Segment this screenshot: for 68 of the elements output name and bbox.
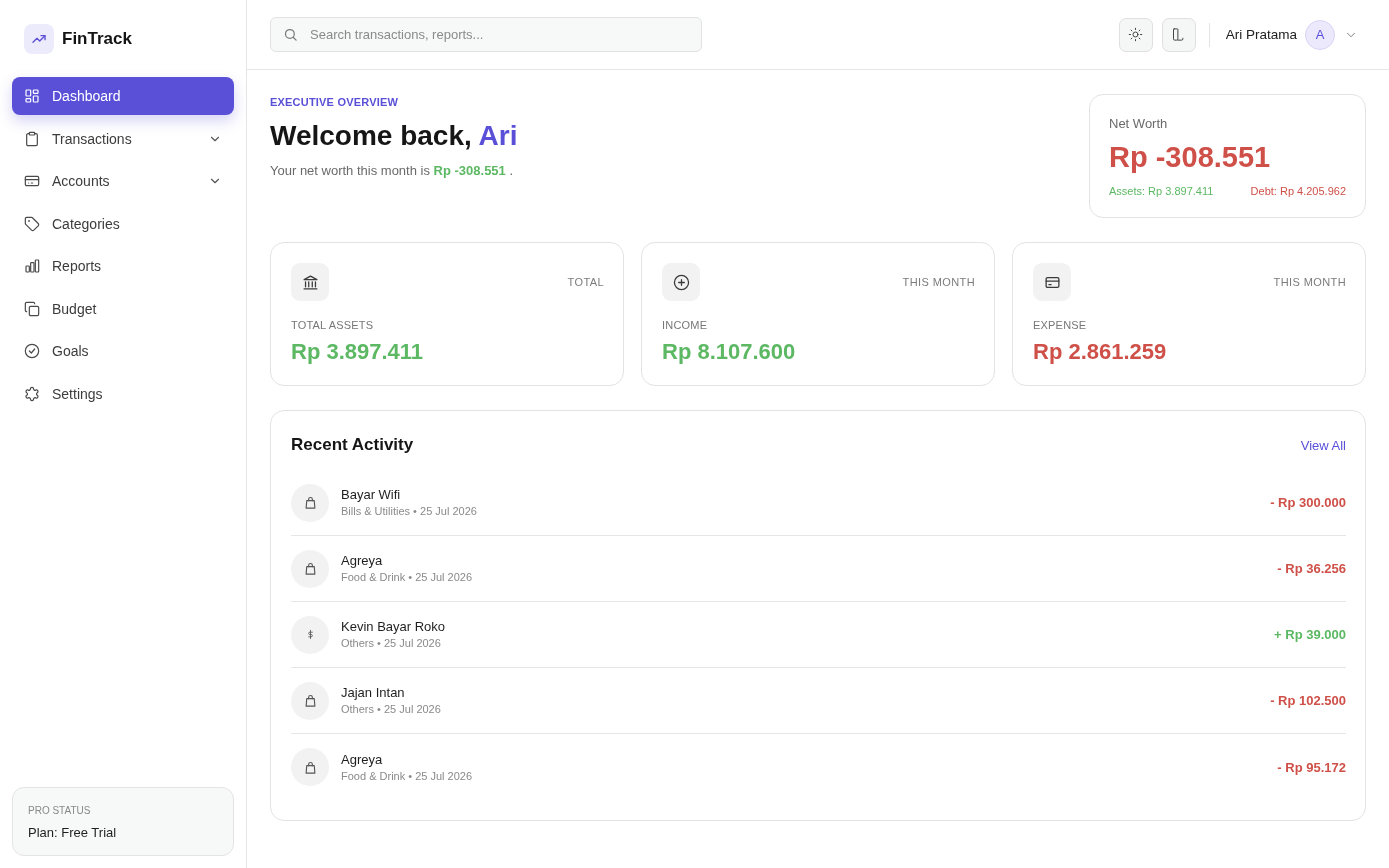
- plan-text: Plan: Free Trial: [28, 824, 117, 842]
- net-worth-value: Rp -308.551: [1109, 140, 1271, 175]
- clipboard-icon: [24, 130, 40, 147]
- toolbar-button[interactable]: [1161, 17, 1196, 52]
- search-icon: [283, 27, 298, 42]
- nav-item[interactable]: Categories: [12, 204, 234, 243]
- transaction-name: Kevin Bayar Roko: [341, 618, 446, 636]
- dashboard-icon: [24, 88, 40, 104]
- transaction-meta: Bills & Utilities • 25 Jul 2026: [341, 504, 477, 519]
- transaction-name: Agreya: [341, 552, 383, 570]
- plan-heading: PRO STATUS: [28, 804, 91, 818]
- period-label: THIS MONTH: [902, 276, 975, 288]
- nav-item[interactable]: Dashboard: [12, 77, 234, 115]
- transaction-meta: Food & Drink • 25 Jul 2026: [341, 768, 473, 784]
- shopping-bag-icon: [291, 681, 329, 720]
- nav-item[interactable]: Budget: [12, 289, 234, 328]
- tag-icon: [24, 215, 40, 232]
- theme-toggle-button[interactable]: [1118, 17, 1153, 52]
- search-field[interactable]: Search transactions, reports...: [270, 17, 702, 52]
- transaction-name: Bayar Wifi: [341, 486, 401, 504]
- stat-label: TOTAL ASSETS: [291, 318, 374, 333]
- stat-value: Rp 2.861.259: [1033, 338, 1167, 366]
- eyebrow-label: EXECUTIVE OVERVIEW: [270, 95, 399, 110]
- transaction-meta: Food & Drink • 25 Jul 2026: [341, 570, 473, 585]
- welcome-heading: Welcome back, Ari: [270, 119, 518, 153]
- period-label: THIS MONTH: [1273, 276, 1346, 288]
- app-logo-text: FinTrack: [62, 29, 132, 49]
- dollar-icon: [291, 615, 329, 654]
- section-title: Recent Activity: [291, 434, 414, 456]
- copy-icon: [24, 300, 40, 317]
- transaction-meta: Others • 25 Jul 2026: [341, 636, 441, 651]
- transaction-amount: - Rp 300.000: [1270, 495, 1346, 510]
- nav-item[interactable]: Reports: [12, 247, 234, 285]
- transaction-amount: + Rp 39.000: [1274, 627, 1346, 642]
- shopping-bag-icon: [291, 483, 329, 522]
- stat-label: INCOME: [662, 318, 708, 333]
- nav-item[interactable]: Settings: [12, 374, 234, 413]
- panel-icon: [1171, 27, 1187, 42]
- shopping-bag-icon: [291, 748, 329, 786]
- nav-item[interactable]: Goals: [12, 332, 234, 370]
- transaction-name: Agreya: [341, 750, 383, 769]
- nav-item[interactable]: Accounts: [12, 162, 234, 200]
- user-name: Ari Pratama: [1225, 27, 1297, 42]
- transaction-name: Jajan Intan: [341, 684, 405, 702]
- card-icon: [24, 173, 40, 189]
- transaction-amount: - Rp 102.500: [1270, 693, 1346, 708]
- trend-up-icon: [24, 24, 54, 54]
- sun-icon: [1128, 27, 1144, 42]
- period-label: TOTAL: [567, 276, 604, 288]
- shopping-bag-icon: [291, 549, 329, 588]
- card-icon: [1033, 263, 1071, 301]
- bar-chart-icon: [24, 258, 40, 274]
- transaction-amount: - Rp 95.172: [1277, 759, 1346, 775]
- nav-item[interactable]: Transactions: [12, 119, 234, 158]
- net-worth-summary: Your net worth this month is Rp -308.551 .: [270, 162, 514, 180]
- transaction-amount: - Rp 36.256: [1277, 561, 1346, 576]
- assets-text: Assets: Rp 3.897.411: [1109, 184, 1214, 199]
- debt-text: Debt: Rp 4.205.962: [1250, 184, 1346, 199]
- settings-icon: [24, 385, 40, 402]
- transaction-meta: Others • 25 Jul 2026: [341, 702, 441, 717]
- view-all-link[interactable]: View All: [1300, 437, 1346, 453]
- stat-label: EXPENSE: [1033, 318, 1087, 333]
- bank-icon: [291, 263, 329, 301]
- user-avatar[interactable]: A: [1305, 19, 1335, 50]
- check-circle-icon: [24, 343, 40, 359]
- stat-value: Rp 8.107.600: [662, 338, 796, 366]
- net-worth-label: Net Worth: [1109, 115, 1168, 133]
- stat-value: Rp 3.897.411: [291, 338, 424, 366]
